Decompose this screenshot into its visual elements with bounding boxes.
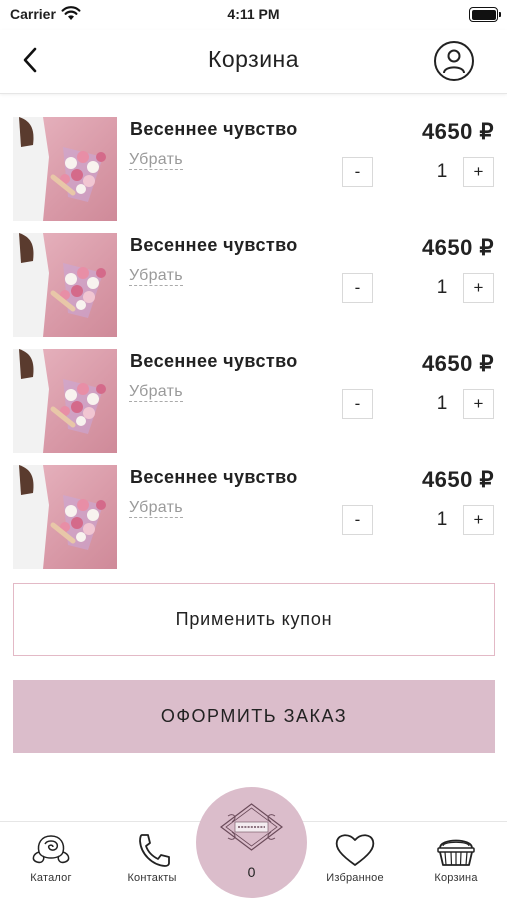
status-bar: Carrier 4:11 PM [0,0,507,30]
cart-badge-button[interactable]: 0 [196,787,307,898]
quantity-decrease-button[interactable]: - [342,505,373,535]
cart-item: Весеннее чувство Убрать 4650 ₽ - 1 + [0,117,507,233]
remove-link[interactable]: Убрать [129,382,183,402]
tab-contacts[interactable]: Контакты [107,832,197,884]
cart-list: Весеннее чувство Убрать 4650 ₽ - 1 + Вес… [0,117,507,581]
tab-catalog[interactable]: Каталог [6,832,96,884]
quantity-increase-button[interactable]: + [463,157,494,187]
cart-item: Весеннее чувство Убрать 4650 ₽ - 1 + [0,465,507,581]
quantity-value: 1 [436,161,448,182]
tab-cart[interactable]: Корзина [411,832,501,884]
bouquet-image [13,117,117,221]
cart-count: 0 [247,864,256,880]
item-name: Весеннее чувство [130,119,298,139]
page-title: Корзина [207,46,300,72]
nav-header: Корзина [0,30,507,94]
basket-icon [437,839,475,866]
item-name: Весеннее чувство [130,467,298,487]
profile-button[interactable] [434,41,474,81]
bouquet-image [13,349,117,453]
quantity-decrease-button[interactable]: - [342,157,373,187]
item-price: 4650 ₽ [421,235,494,260]
remove-link[interactable]: Убрать [129,150,183,170]
remove-link[interactable]: Убрать [129,266,183,286]
quantity-value: 1 [436,277,448,298]
tab-label: Корзина [434,872,478,884]
heart-icon [335,834,375,866]
item-price: 4650 ₽ [421,351,494,376]
quantity-value: 1 [436,393,448,414]
apply-coupon-button[interactable]: Применить купон [13,583,495,656]
item-name: Весеннее чувство [130,351,298,371]
tab-favorites[interactable]: Избранное [310,832,400,884]
quantity-increase-button[interactable]: + [463,389,494,419]
brand-logo-icon [220,803,283,851]
checkout-button[interactable]: ОФОРМИТЬ ЗАКАЗ [13,680,495,753]
quantity-decrease-button[interactable]: - [342,389,373,419]
bouquet-image [13,233,117,337]
tab-label: Каталог [30,872,72,884]
item-price: 4650 ₽ [421,467,494,492]
cart-item: Весеннее чувство Убрать 4650 ₽ - 1 + [0,349,507,465]
quantity-decrease-button[interactable]: - [342,273,373,303]
quantity-value: 1 [436,509,448,530]
item-price: 4650 ₽ [421,119,494,144]
quantity-increase-button[interactable]: + [463,273,494,303]
remove-link[interactable]: Убрать [129,498,183,518]
item-name: Весеннее чувство [130,235,298,255]
quantity-increase-button[interactable]: + [463,505,494,535]
tab-label: Контакты [127,872,177,884]
tab-label: Избранное [326,872,384,884]
phone-icon [139,834,170,867]
rose-icon [32,835,70,864]
cart-item: Весеннее чувство Убрать 4650 ₽ - 1 + [0,233,507,349]
bouquet-image [13,465,117,569]
battery-icon [469,7,501,22]
clock: 4:11 PM [227,6,280,22]
user-icon [443,49,465,74]
